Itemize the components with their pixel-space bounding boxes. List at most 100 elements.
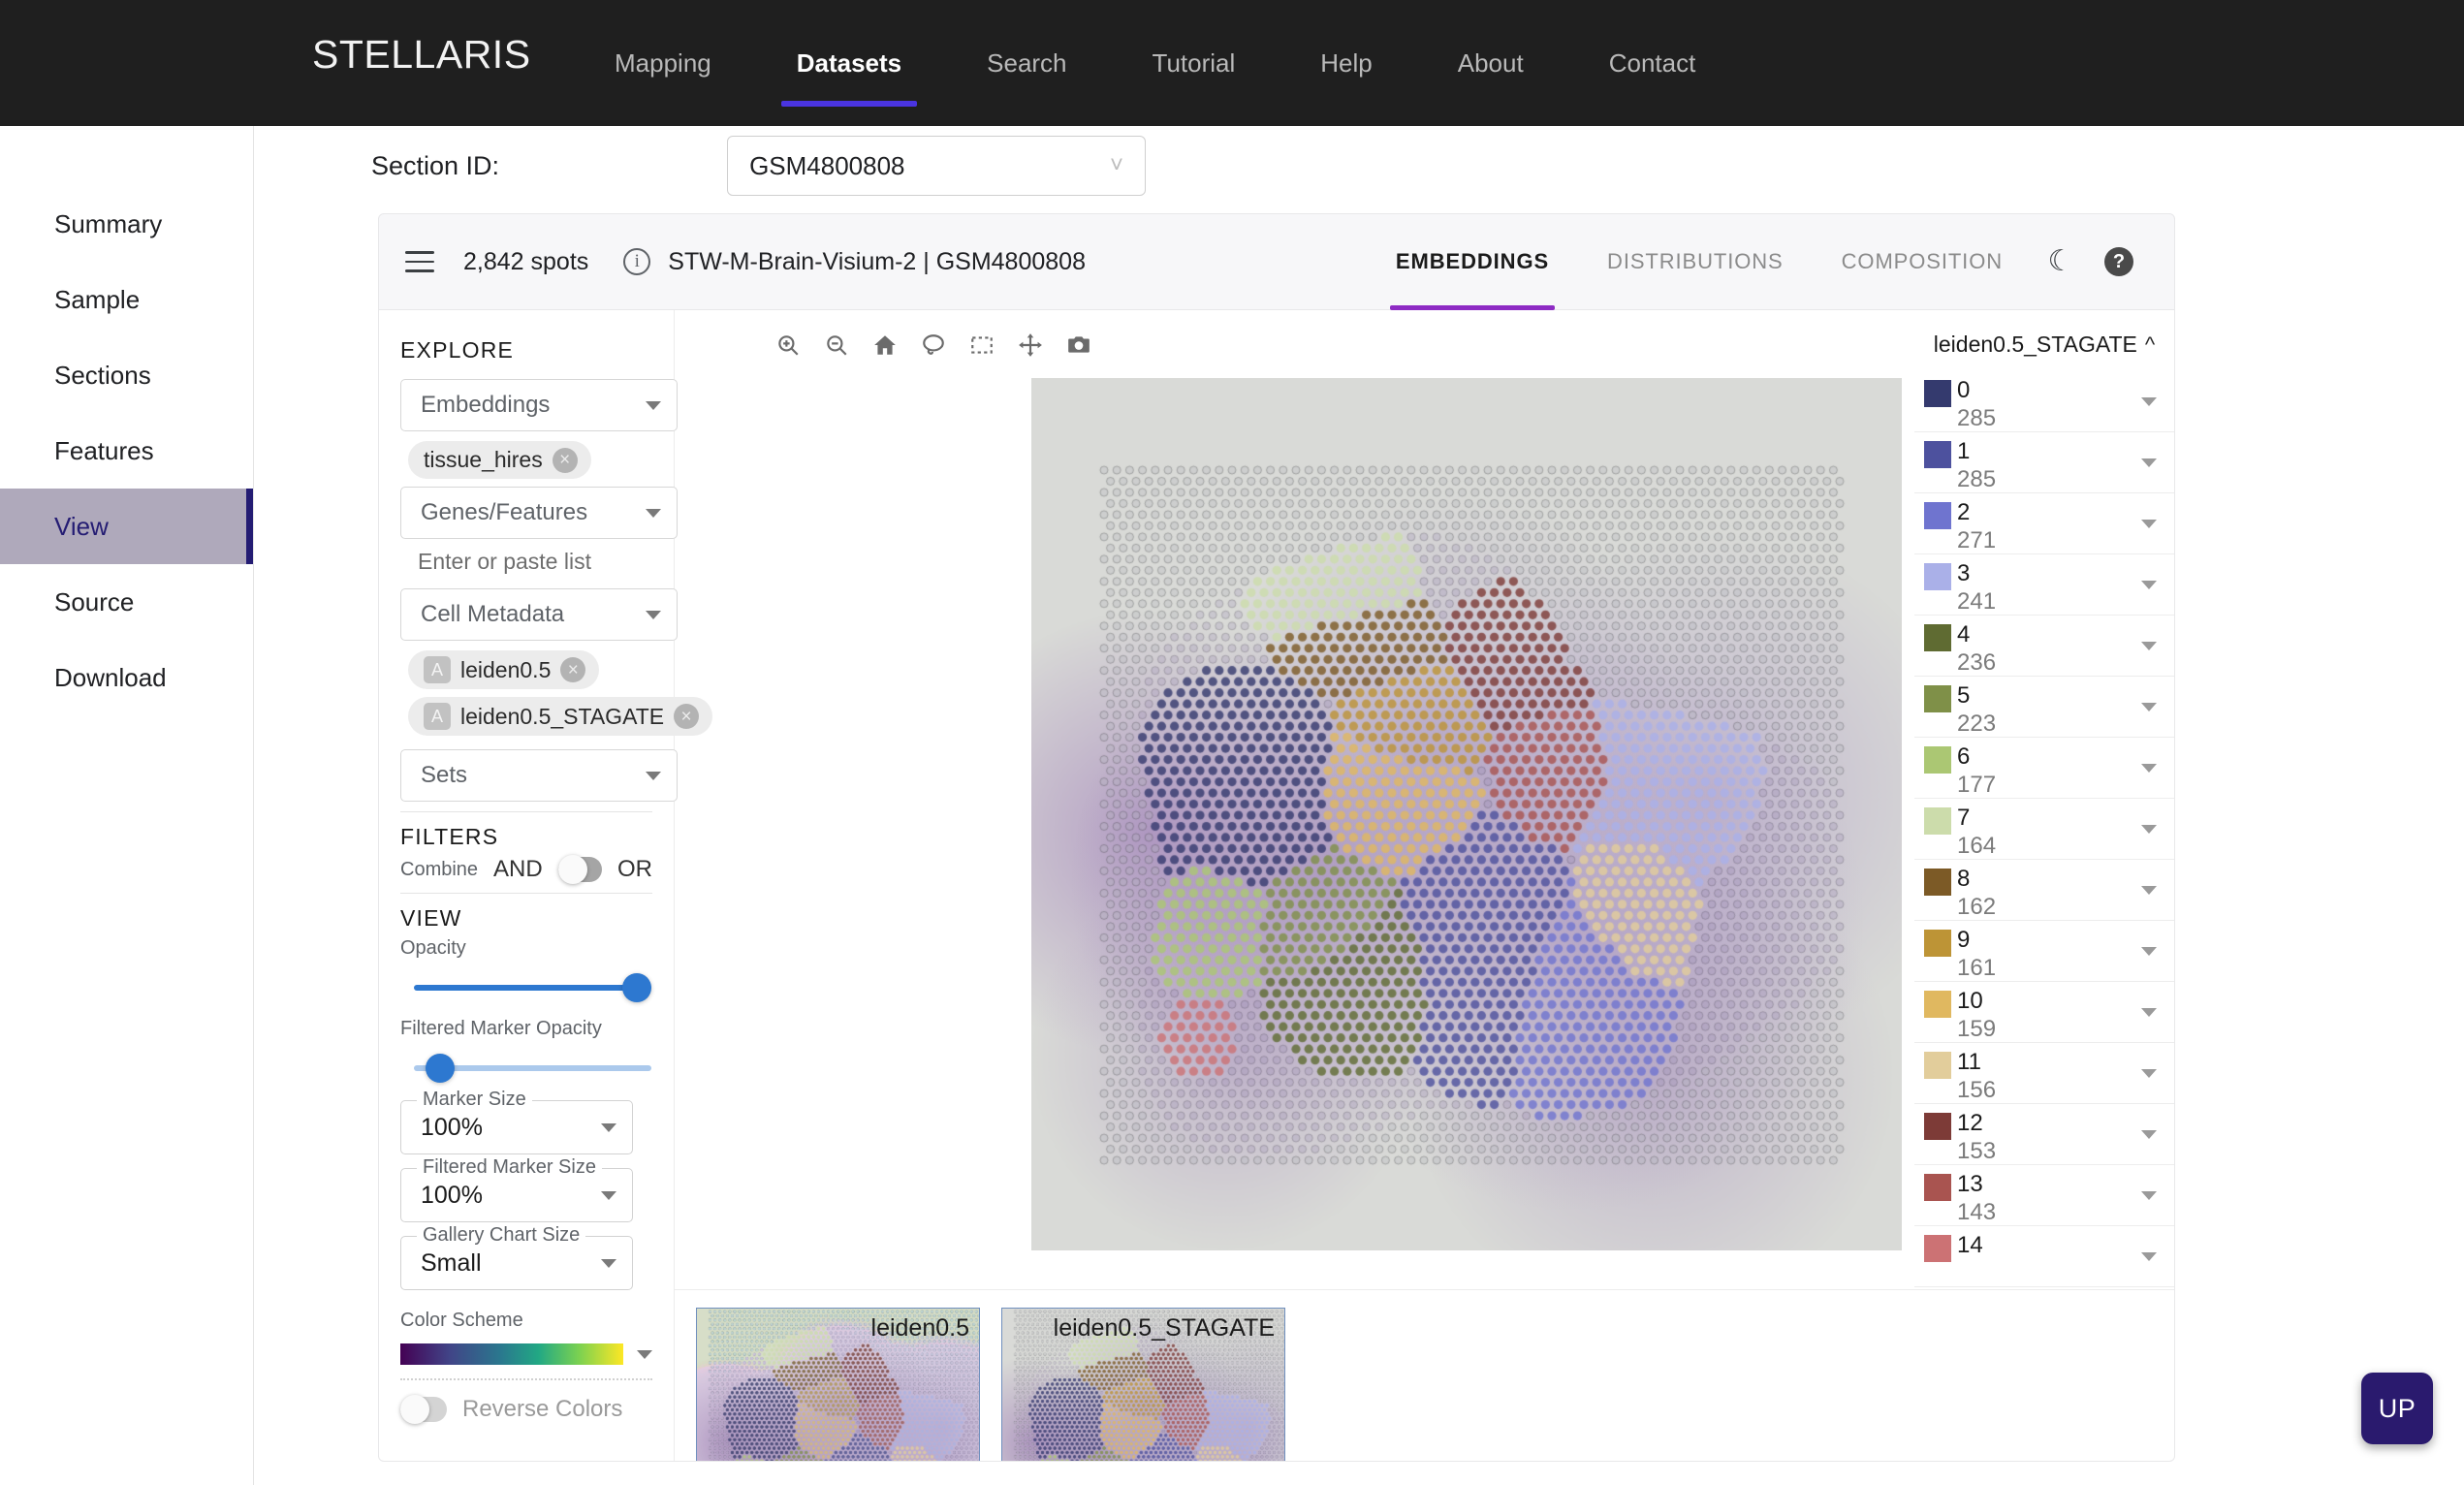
section-id-row: Section ID: GSM4800808 ˅ <box>371 136 1147 196</box>
genes-paste-hint[interactable]: Enter or paste list <box>418 549 652 575</box>
chevron-down-icon[interactable] <box>2141 947 2157 956</box>
chevron-down-icon[interactable] <box>2141 1069 2157 1078</box>
legend-row[interactable]: 9 161 <box>1914 921 2174 982</box>
color-scheme-select[interactable] <box>400 1343 652 1365</box>
scroll-up-button[interactable]: UP <box>2361 1373 2433 1444</box>
nav-link-about[interactable]: About <box>1415 0 1566 126</box>
embeddings-select[interactable]: Embeddings <box>400 379 678 431</box>
legend-row[interactable]: 2 271 <box>1914 493 2174 554</box>
brand-logo[interactable]: STELLARIS <box>312 32 531 78</box>
nav-link-search[interactable]: Search <box>944 0 1109 126</box>
close-icon[interactable]: × <box>552 447 578 473</box>
annotation-badge: A <box>424 703 451 730</box>
home-icon[interactable] <box>869 323 901 367</box>
chip-tissue-hires[interactable]: tissue_hires × <box>408 441 591 479</box>
tab-distributions[interactable]: DISTRIBUTIONS <box>1578 213 1813 310</box>
sidebar-item-view[interactable]: View <box>0 489 253 564</box>
chevron-down-icon[interactable] <box>2141 581 2157 589</box>
filtered-opacity-slider[interactable] <box>414 1054 651 1083</box>
legend-count: 236 <box>1957 649 1997 676</box>
sidebar-item-sample[interactable]: Sample <box>0 262 253 337</box>
help-icon[interactable]: ? <box>2090 213 2148 310</box>
lasso-select-icon[interactable] <box>917 323 950 367</box>
section-id-select[interactable]: GSM4800808 ˅ <box>727 136 1147 196</box>
legend-row[interactable]: 11 156 <box>1914 1043 2174 1104</box>
legend-row[interactable]: 12 153 <box>1914 1104 2174 1165</box>
sidebar-item-sections[interactable]: Sections <box>0 337 253 413</box>
legend-row[interactable]: 4 236 <box>1914 616 2174 677</box>
chevron-down-icon[interactable] <box>2141 1191 2157 1200</box>
legend-title-text: leiden0.5_STAGATE <box>1933 332 2137 357</box>
sets-select[interactable]: Sets <box>400 749 678 802</box>
legend-row[interactable]: 7 164 <box>1914 799 2174 860</box>
camera-icon[interactable] <box>1062 323 1095 367</box>
close-icon[interactable]: × <box>560 657 586 682</box>
chip-leiden05-stagate[interactable]: A leiden0.5_STAGATE × <box>408 697 713 736</box>
filtered-marker-size-field[interactable]: Filtered Marker Size 100% <box>400 1156 633 1222</box>
chevron-down-icon[interactable] <box>2141 520 2157 528</box>
legend-row[interactable]: 3 241 <box>1914 554 2174 616</box>
legend-row[interactable]: 0 285 <box>1914 371 2174 432</box>
chevron-down-icon[interactable] <box>2141 825 2157 834</box>
legend-row[interactable]: 8 162 <box>1914 860 2174 921</box>
legend-row[interactable]: 14 <box>1914 1226 2174 1287</box>
chip-leiden05[interactable]: A leiden0.5 × <box>408 650 600 689</box>
color-scheme-label: Color Scheme <box>400 1310 523 1331</box>
legend-row[interactable]: 6 177 <box>1914 738 2174 799</box>
zoom-out-icon[interactable] <box>820 323 853 367</box>
nav-link-tutorial[interactable]: Tutorial <box>1110 0 1279 126</box>
chevron-down-icon[interactable] <box>2141 397 2157 406</box>
legend-row[interactable]: 5 223 <box>1914 677 2174 738</box>
opacity-slider[interactable] <box>414 973 651 1002</box>
chevron-down-icon[interactable] <box>2141 1130 2157 1139</box>
legend-row[interactable]: 1 285 <box>1914 432 2174 493</box>
chevron-down-icon[interactable] <box>2141 1008 2157 1017</box>
hamburger-icon[interactable] <box>405 251 434 272</box>
tissue-spatial-plot[interactable] <box>1031 378 1902 1250</box>
chevron-down-icon[interactable] <box>2141 458 2157 467</box>
genes-features-select[interactable]: Genes/Features <box>400 487 678 539</box>
nav-link-help[interactable]: Help <box>1278 0 1414 126</box>
marker-size-field[interactable]: Marker Size 100% <box>400 1089 633 1154</box>
info-icon[interactable]: i <box>623 248 651 275</box>
cell-metadata-select[interactable]: Cell Metadata <box>400 588 678 641</box>
legend-count: 285 <box>1957 466 1997 492</box>
plot-toolbar <box>772 310 1111 367</box>
chevron-down-icon[interactable] <box>2141 886 2157 895</box>
chevron-down-icon <box>646 610 661 619</box>
box-select-icon[interactable] <box>965 323 998 367</box>
sidebar-item-label: Features <box>54 435 154 465</box>
gallery-chart-size-field[interactable]: Gallery Chart Size Small <box>400 1224 633 1290</box>
combine-label: Combine <box>400 858 479 880</box>
nav-link-contact[interactable]: Contact <box>1566 0 1739 126</box>
tab-embeddings[interactable]: EMBEDDINGS <box>1367 213 1578 310</box>
legend-count: 223 <box>1957 711 1997 737</box>
chevron-down-icon[interactable] <box>2141 703 2157 711</box>
marker-size-label: Marker Size <box>417 1089 532 1111</box>
sidebar-item-summary[interactable]: Summary <box>0 186 253 262</box>
zoom-in-icon[interactable] <box>772 323 805 367</box>
chip-label: tissue_hires <box>424 447 543 472</box>
pan-icon[interactable] <box>1014 323 1047 367</box>
gallery-thumb[interactable]: leiden0.5_STAGATE <box>1001 1308 1285 1461</box>
legend-row[interactable]: 10 159 <box>1914 982 2174 1043</box>
legend-key: 11 <box>1957 1049 1981 1075</box>
sidebar-item-source[interactable]: Source <box>0 564 253 640</box>
chevron-down-icon[interactable] <box>2141 642 2157 650</box>
chevron-down-icon[interactable] <box>2141 764 2157 773</box>
legend-count: 162 <box>1957 894 1997 920</box>
legend-key: 6 <box>1957 743 1971 770</box>
sidebar-item-download[interactable]: Download <box>0 640 253 715</box>
sidebar-item-features[interactable]: Features <box>0 413 253 489</box>
reverse-colors-toggle[interactable] <box>400 1395 447 1424</box>
tab-composition[interactable]: COMPOSITION <box>1813 213 2032 310</box>
moon-icon[interactable]: ☾ <box>2032 213 2090 310</box>
nav-link-mapping[interactable]: Mapping <box>572 0 754 126</box>
gallery-thumb[interactable]: leiden0.5 <box>696 1308 980 1461</box>
nav-link-datasets[interactable]: Datasets <box>754 0 944 126</box>
combine-toggle[interactable] <box>557 855 602 884</box>
chevron-down-icon[interactable] <box>2141 1252 2157 1261</box>
legend-title[interactable]: leiden0.5_STAGATE ^ <box>1914 332 2174 358</box>
chevron-down-icon <box>601 1122 616 1132</box>
legend-row[interactable]: 13 143 <box>1914 1165 2174 1226</box>
